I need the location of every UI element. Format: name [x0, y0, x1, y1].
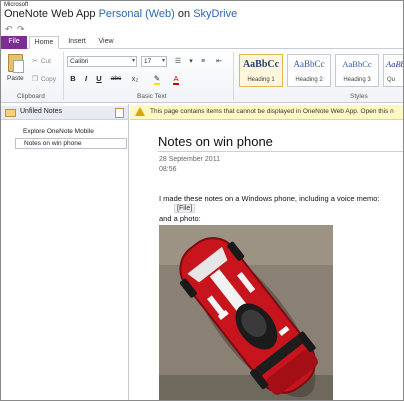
tab-view[interactable]: View: [94, 36, 118, 49]
font-color-button[interactable]: A: [170, 73, 182, 85]
group-divider: [233, 52, 234, 100]
strikethrough-button[interactable]: abc: [108, 73, 124, 84]
group-divider: [63, 52, 64, 100]
tab-insert[interactable]: Insert: [63, 36, 91, 49]
page-title[interactable]: Notes on win phone: [158, 134, 273, 149]
numbering-icon: ≡: [200, 58, 206, 65]
paste-icon: [8, 54, 24, 73]
copy-label: Copy: [40, 76, 56, 83]
chevron-down-icon: ▾: [189, 58, 193, 65]
app-window: Microsoft OneNote Web App Personal (Web)…: [0, 0, 404, 401]
bullets-icon: ☰: [174, 58, 182, 65]
title-underline: [158, 151, 403, 152]
new-page-icon[interactable]: [115, 108, 124, 118]
style-heading-1[interactable]: AaBbCc Heading 1: [239, 54, 283, 87]
note-text-line-2[interactable]: and a photo:: [159, 214, 201, 223]
chevron-down-icon: ▾: [131, 58, 135, 64]
highlighter-icon: ✎: [153, 74, 161, 85]
quick-access-toolbar: ↶ ↷: [1, 23, 403, 35]
note-text-line-1[interactable]: I made these notes on a Windows phone, i…: [159, 194, 380, 203]
style-sample: AaBbCc: [293, 59, 325, 69]
notebook-header[interactable]: Unfiled Notes: [1, 106, 128, 120]
font-size-value: 17: [144, 58, 152, 65]
font-color-icon: A: [173, 74, 179, 85]
style-sample: AaBbCc: [342, 59, 372, 69]
numbering-button[interactable]: ≡: [197, 56, 209, 67]
paste-button[interactable]: Paste: [5, 52, 27, 86]
skydrive-link[interactable]: SkyDrive: [193, 8, 237, 20]
info-bar: This page contains items that cannot be …: [130, 105, 403, 120]
notebook-icon: [5, 109, 16, 117]
title-bar: Microsoft OneNote Web App Personal (Web)…: [1, 1, 403, 23]
notebook-label: Unfiled Notes: [20, 108, 63, 115]
page-item-notes-on-win-phone[interactable]: Notes on win phone: [15, 138, 127, 149]
page-item-explore[interactable]: Explore OneNote Mobile: [15, 127, 127, 138]
outdent-icon: ⇤: [216, 58, 222, 65]
styles-group-label: Styles: [350, 93, 368, 100]
font-name-value: Calibri: [70, 58, 89, 65]
style-quote[interactable]: AaBbCc Qu: [383, 54, 403, 87]
style-heading-3[interactable]: AaBbCc Heading 3: [335, 54, 379, 87]
ribbon: Paste ✂ Cut ❐ Copy Clipboard Calibri ▾ 1…: [1, 49, 403, 103]
basic-text-group-label: Basic Text: [137, 93, 167, 100]
tab-home[interactable]: Home: [29, 36, 59, 49]
car-photo[interactable]: [159, 225, 333, 400]
page-canvas[interactable]: Notes on win phone 28 September 2011 08:…: [130, 121, 403, 400]
copy-icon: ❐: [31, 76, 39, 83]
cut-button[interactable]: ✂ Cut: [31, 57, 51, 65]
app-title: OneNote Web App Personal (Web) on SkyDri…: [4, 8, 237, 20]
info-bar-text: This page contains items that cannot be …: [150, 108, 394, 115]
subscript-icon: x₂: [131, 74, 139, 83]
font-name-select[interactable]: Calibri ▾: [67, 56, 137, 67]
undo-icon[interactable]: ↶: [5, 23, 13, 35]
style-sample: AaBbCc: [386, 59, 403, 69]
style-name: Qu: [387, 77, 396, 83]
voice-memo-attachment[interactable]: [File]: [174, 204, 196, 213]
ribbon-tabs: File Home Insert View: [1, 35, 403, 49]
style-name: Heading 1: [247, 77, 275, 83]
subscript-button[interactable]: x₂: [129, 73, 141, 84]
warning-icon: [135, 107, 145, 116]
style-sample: AaBbCc: [242, 59, 280, 70]
on-text: on: [177, 8, 191, 20]
copy-button[interactable]: ❐ Copy: [31, 75, 56, 83]
paste-label: Paste: [7, 75, 24, 82]
underline-button[interactable]: U: [94, 73, 104, 84]
font-size-select[interactable]: 17 ▾: [141, 56, 167, 67]
style-name: Heading 3: [343, 77, 371, 83]
page-time: 08:56: [159, 166, 177, 173]
chevron-down-icon: ▾: [161, 58, 165, 64]
highlight-button[interactable]: ✎: [151, 73, 163, 85]
italic-button[interactable]: I: [81, 73, 91, 84]
cut-label: Cut: [40, 58, 51, 65]
scissors-icon: ✂: [32, 58, 38, 65]
style-name: Heading 2: [295, 77, 323, 83]
bullets-dropdown-icon[interactable]: ▾: [185, 56, 197, 67]
redo-icon[interactable]: ↷: [17, 23, 25, 35]
car-photo-graphic: [159, 225, 333, 400]
style-heading-2[interactable]: AaBbCc Heading 2: [287, 54, 331, 87]
page-date: 28 September 2011: [159, 156, 220, 163]
clipboard-group-label: Clipboard: [17, 93, 45, 100]
bold-button[interactable]: B: [68, 73, 78, 84]
bullets-button[interactable]: ☰: [172, 56, 184, 67]
notebook-link[interactable]: Personal (Web): [99, 8, 175, 20]
navigation-pane: Unfiled Notes Explore OneNote Mobile Not…: [1, 104, 129, 400]
tab-file[interactable]: File: [1, 36, 27, 49]
outdent-button[interactable]: ⇤: [213, 56, 225, 67]
app-name: OneNote Web App: [4, 8, 96, 20]
